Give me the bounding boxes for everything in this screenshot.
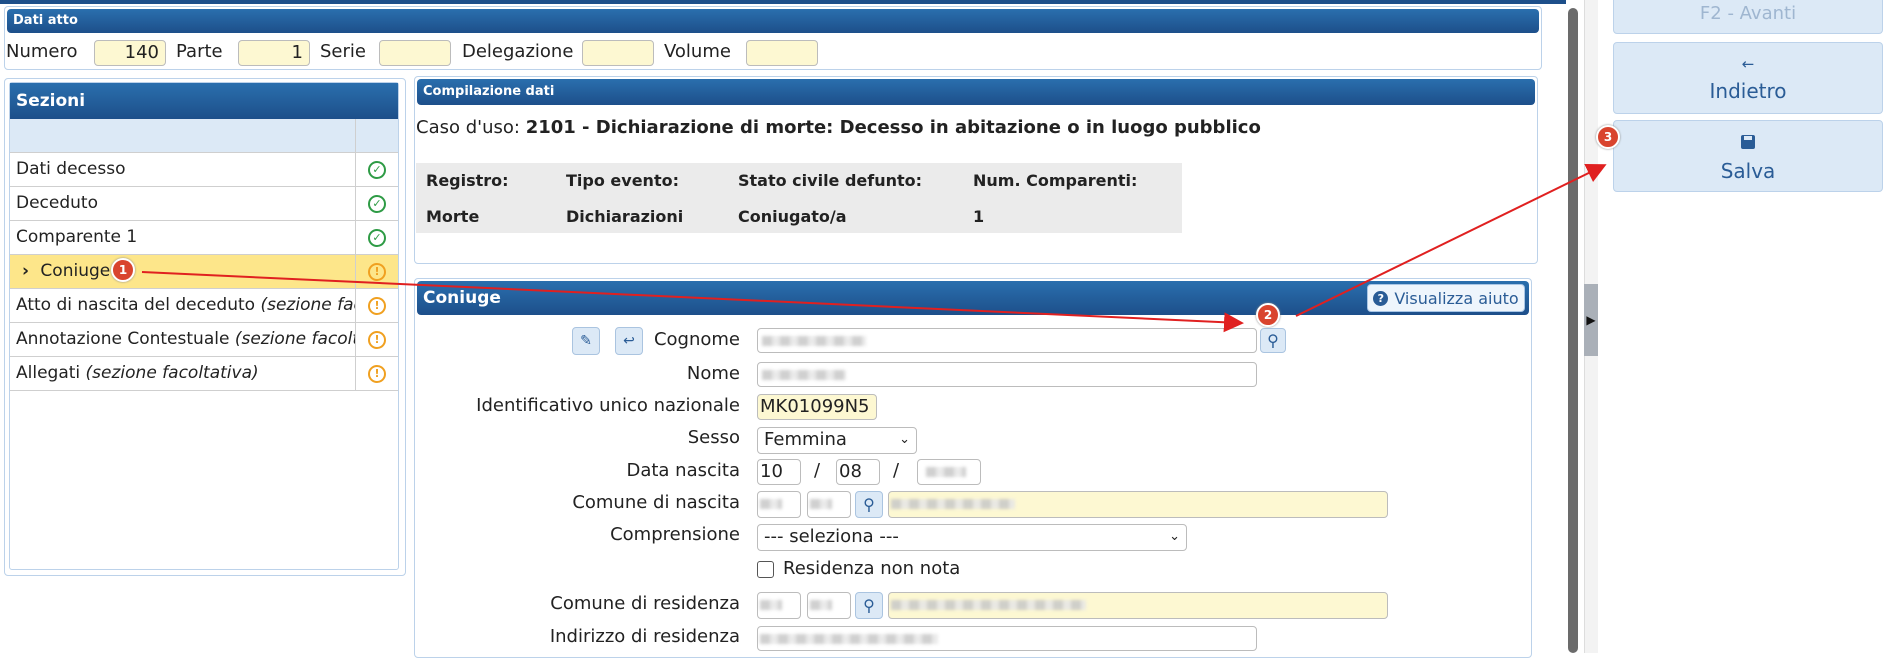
annotation-badge-2: 2: [1256, 303, 1280, 327]
annotation-badge-1: 1: [111, 258, 135, 282]
annotation-arrows: [141, 164, 1607, 333]
annotation-badge-3: 3: [1596, 125, 1620, 149]
arrow-2-to-3: [1295, 164, 1607, 317]
arrow-1-to-2: [141, 271, 1244, 333]
